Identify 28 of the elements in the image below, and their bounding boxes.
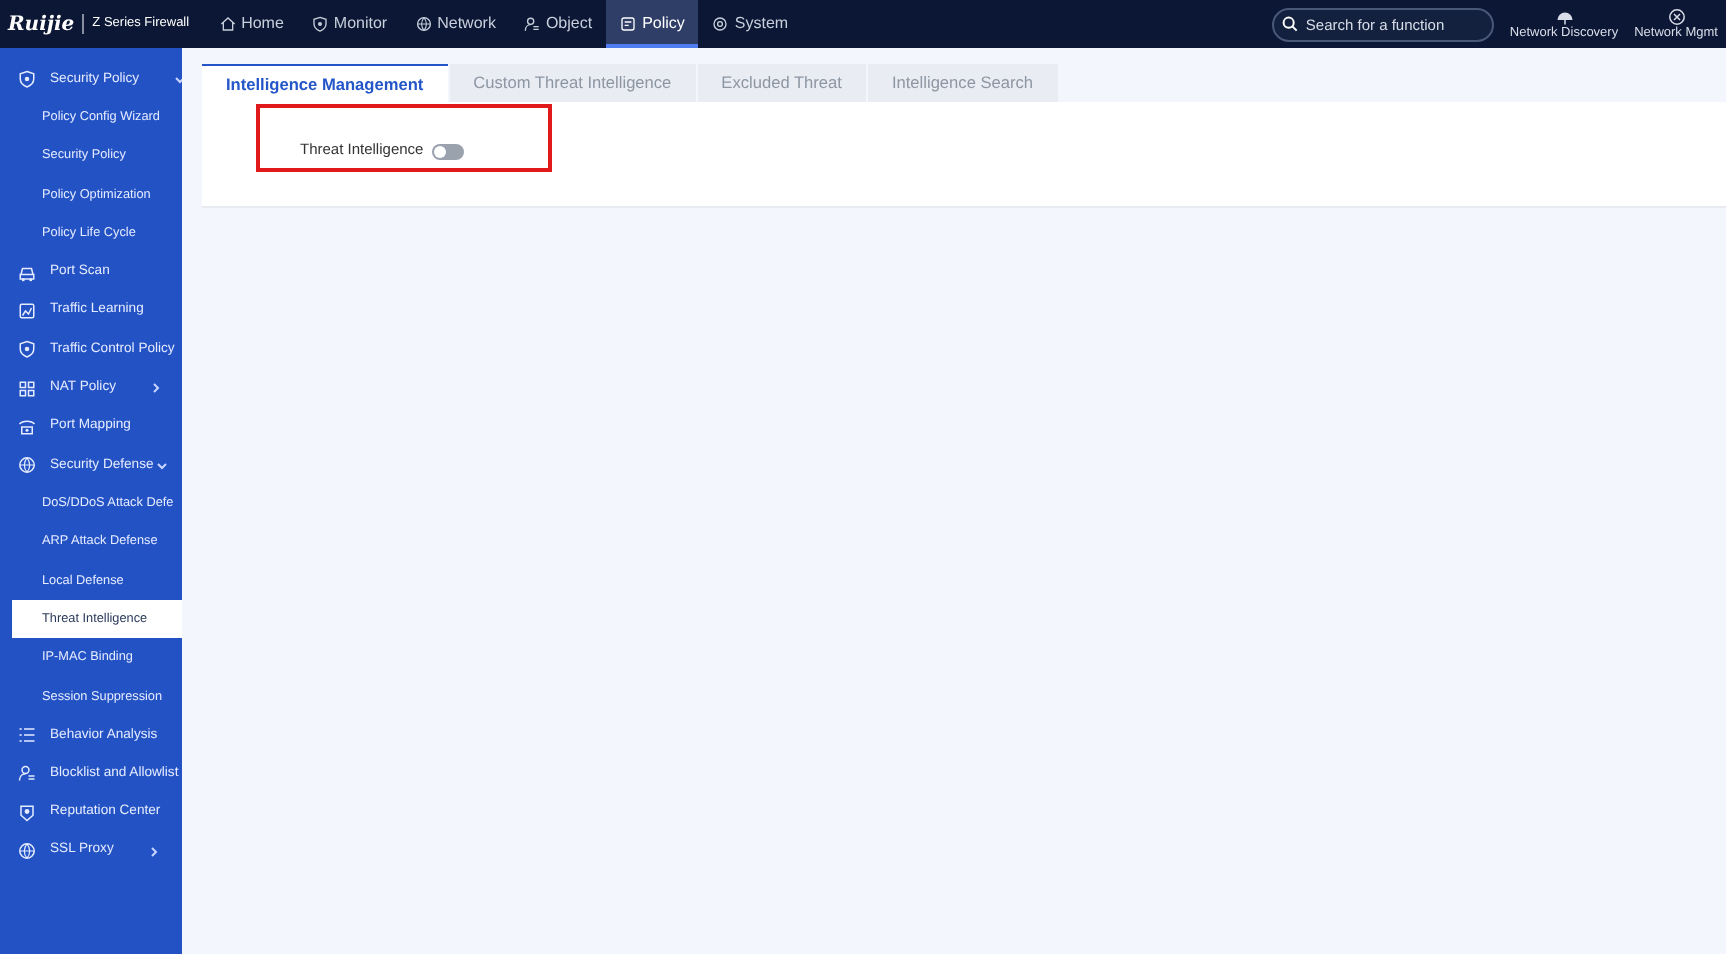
shield-icon: [311, 16, 328, 32]
globe-icon: [18, 456, 36, 475]
toggle-switch[interactable]: [431, 144, 464, 160]
brand-logo: Ruijie: [8, 11, 75, 39]
nav-tab[interactable]: Network: [401, 0, 510, 48]
circle-x-icon: [1667, 7, 1686, 26]
shield-icon: [18, 340, 36, 359]
document-icon: [620, 16, 637, 32]
list-icon: [18, 726, 36, 745]
nav-tab[interactable]: Monitor: [297, 0, 402, 48]
chart-icon: [18, 301, 36, 320]
user-icon: [523, 16, 540, 32]
search-icon: [1281, 15, 1298, 31]
nav-tab[interactable]: Home: [205, 0, 298, 48]
grid-icon: [18, 379, 36, 398]
gear-icon: [712, 16, 729, 32]
user-icon: [18, 764, 36, 783]
globe-icon: [415, 16, 432, 32]
phone-icon: [18, 417, 36, 436]
house-icon: [219, 16, 236, 32]
shield-icon: [18, 70, 36, 89]
nav-tab[interactable]: System: [698, 0, 803, 48]
globe-icon: [18, 842, 36, 861]
badge-icon: [18, 803, 36, 822]
nav-tab[interactable]: Policy: [606, 0, 699, 48]
car-icon: [18, 263, 36, 282]
tab[interactable]: Intelligence Management: [202, 64, 448, 102]
nav-tab[interactable]: Object: [509, 0, 607, 48]
